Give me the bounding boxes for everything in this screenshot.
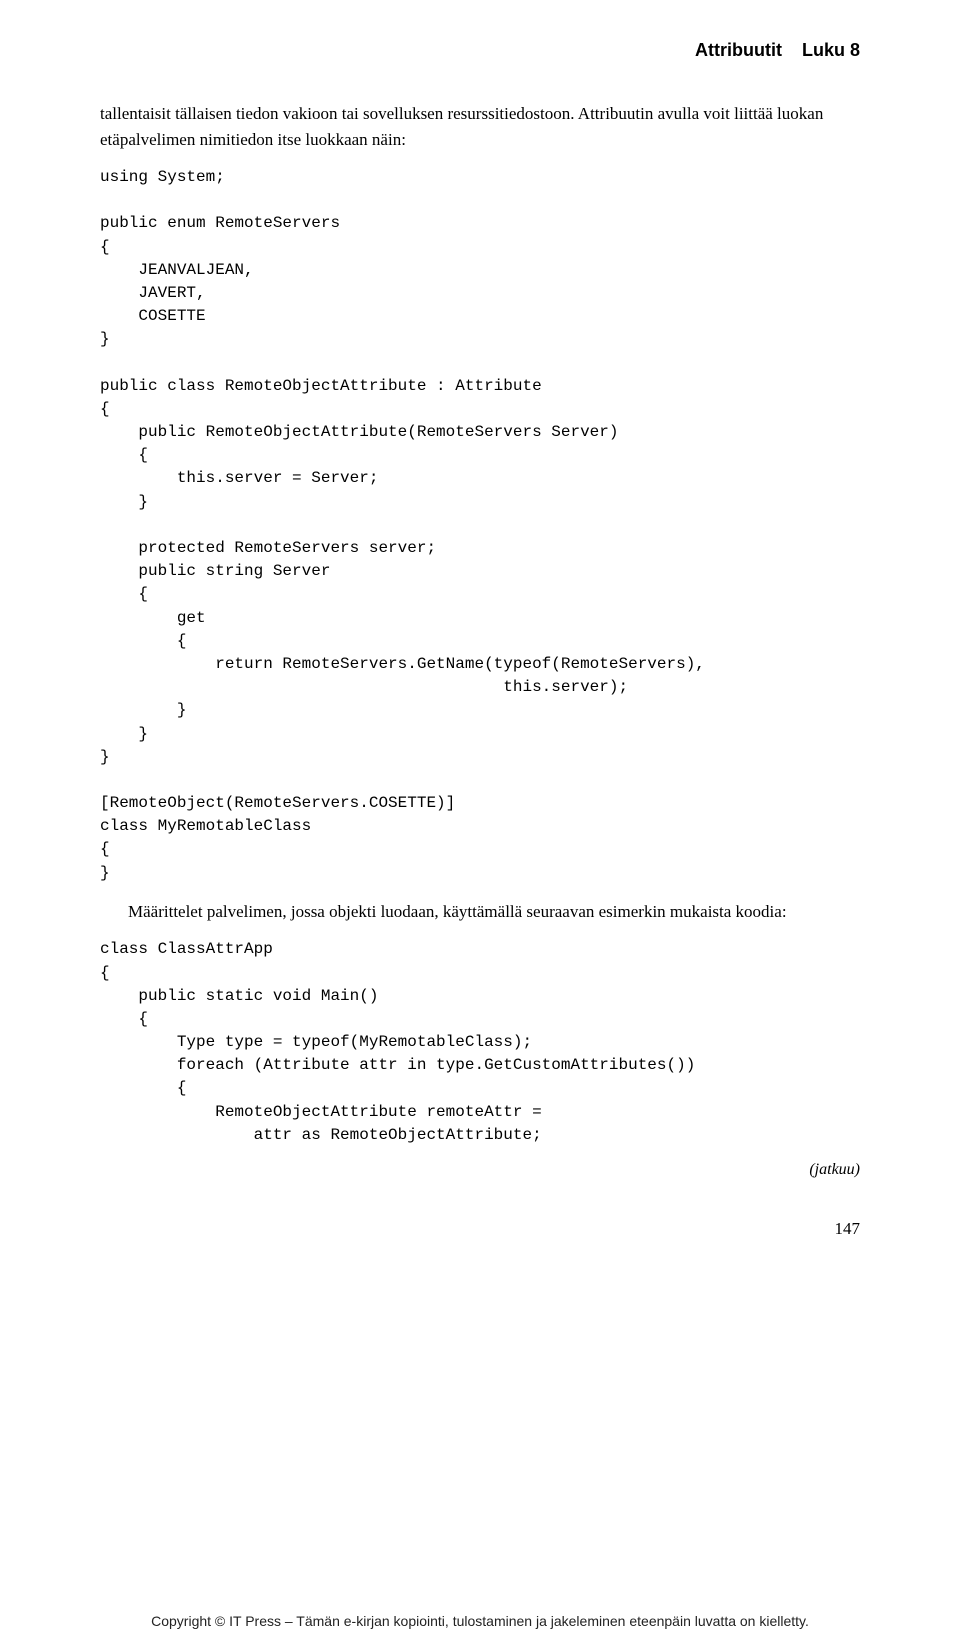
page-header: Attribuutit Luku 8 — [100, 40, 860, 61]
header-section: Attribuutit — [695, 40, 782, 60]
code-block-2: class ClassAttrApp { public static void … — [100, 938, 860, 1147]
continuation-label: (jatkuu) — [100, 1161, 860, 1179]
paragraph-1: tallentaisit tällaisen tiedon vakioon ta… — [100, 101, 860, 152]
paragraph-2: Määrittelet palvelimen, jossa objekti lu… — [100, 899, 860, 925]
footer-copyright: Copyright © IT Press – Tämän e-kirjan ko… — [0, 1613, 960, 1629]
page-container: Attribuutit Luku 8 tallentaisit tällaise… — [0, 0, 960, 1649]
page-number: 147 — [100, 1219, 860, 1239]
code-block-1: using System; public enum RemoteServers … — [100, 166, 860, 885]
header-chapter: Luku 8 — [802, 40, 860, 60]
